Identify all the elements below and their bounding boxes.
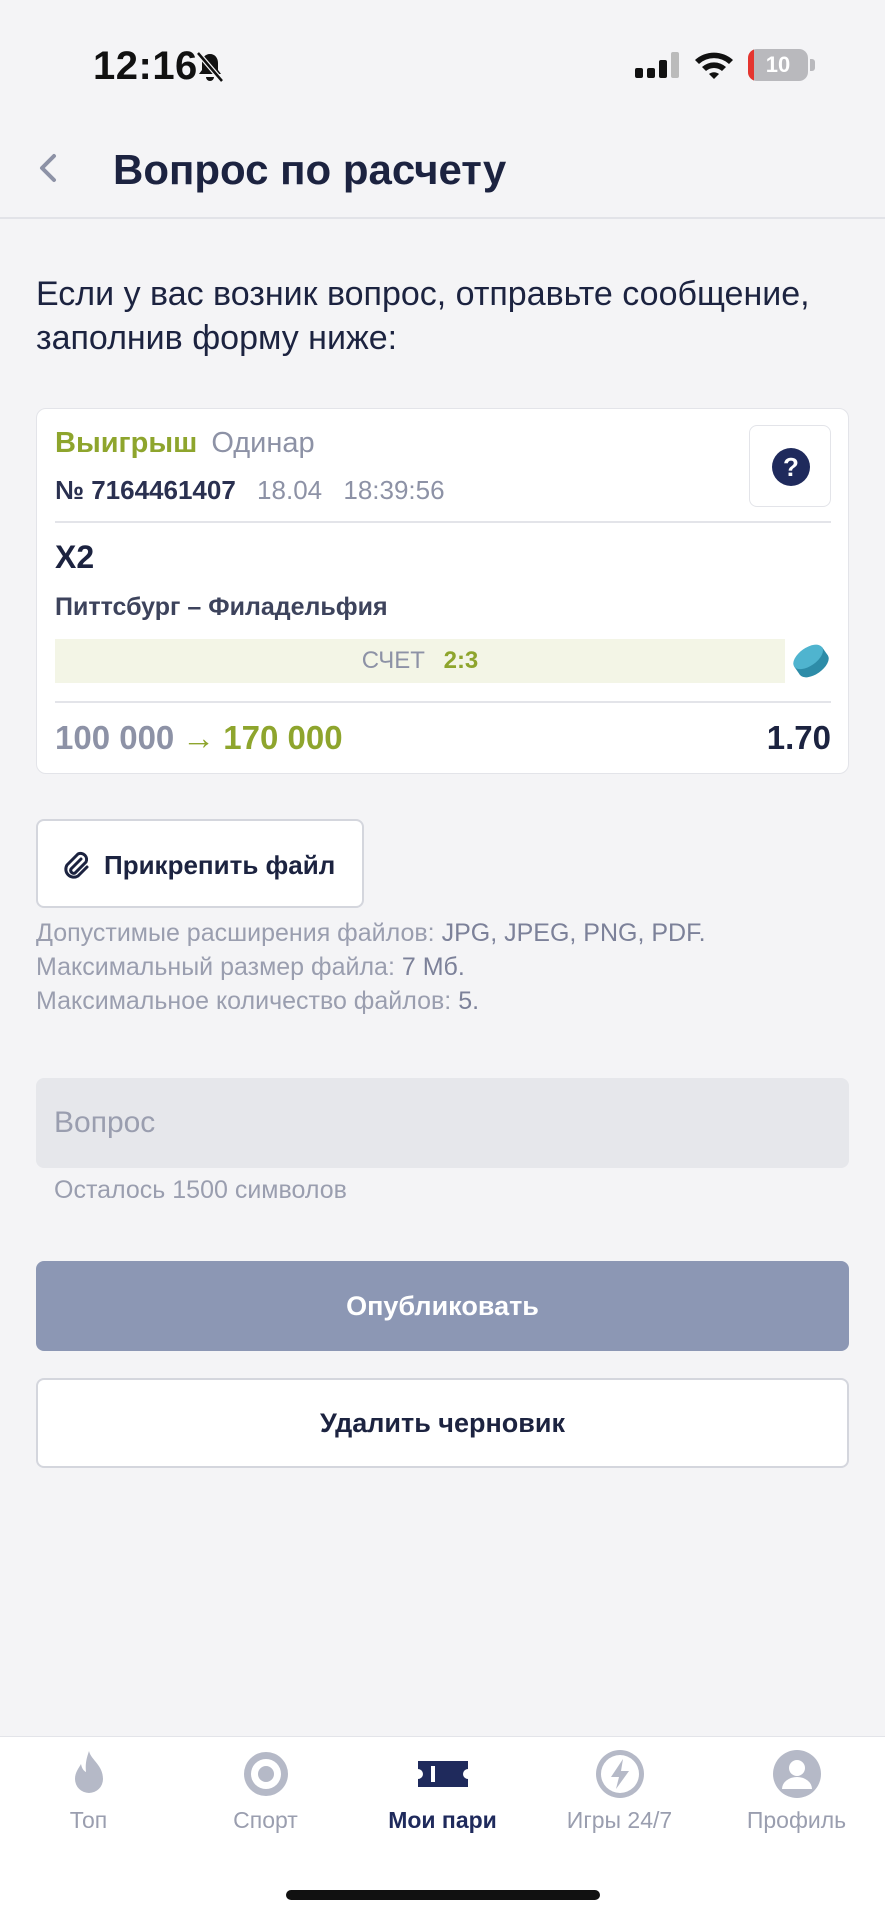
status-bar: 12:16 10	[0, 0, 885, 130]
wifi-icon	[695, 52, 733, 79]
tab-label: Топ	[69, 1807, 108, 1833]
bet-event: Питтсбург – Филадельфия	[55, 593, 388, 621]
bet-outcome: X2	[55, 539, 95, 575]
delete-draft-button[interactable]: Удалить черновик	[36, 1378, 849, 1468]
arrow-right-icon: →	[182, 719, 216, 756]
chars-left-counter: Осталось 1500 символов	[54, 1176, 347, 1204]
battery-level: 10	[765, 52, 791, 77]
paperclip-icon	[64, 851, 89, 879]
help-button[interactable]: ?	[749, 425, 831, 507]
divider	[55, 521, 831, 523]
allowed-extensions: Допустимые расширения файлов: JPG, JPEG,…	[36, 919, 706, 947]
attach-file-label: Прикрепить файл	[104, 850, 336, 880]
page-title: Вопрос по расчету	[113, 146, 507, 193]
question-input[interactable]	[36, 1078, 849, 1168]
score-value: 2:3	[443, 647, 479, 674]
bet-date: 18.04	[257, 475, 323, 505]
tab-profile[interactable]: Профиль	[708, 1737, 885, 1857]
question-icon: ?	[772, 448, 810, 486]
flame-icon	[75, 1751, 103, 1793]
bet-status: Выигрыш	[55, 427, 198, 459]
page-header: Вопрос по расчету	[0, 130, 885, 219]
bet-time: 18:39:56	[343, 475, 445, 505]
bet-card: Выигрыш Одинар ? № 7164461407 18.04 18:3…	[36, 408, 849, 774]
file-info: Допустимые расширения файлов: JPG, JPEG,…	[36, 916, 706, 1018]
tab-top[interactable]: Топ	[0, 1737, 177, 1857]
profile-icon	[773, 1750, 821, 1798]
back-chevron-icon[interactable]	[34, 150, 64, 186]
ticket-icon	[418, 1761, 468, 1787]
score-label: СЧЕТ	[361, 647, 425, 674]
tab-games[interactable]: Игры 24/7	[531, 1737, 708, 1857]
stake-amount: 100 000	[55, 719, 175, 756]
score-bar: СЧЕТ 2:3	[55, 639, 785, 683]
signal-icon	[635, 52, 679, 78]
bet-amounts: 100 000 → 170 000	[55, 719, 343, 757]
max-file-size: Максимальный размер файла: 7 Мб.	[36, 953, 465, 981]
bell-muted-icon	[196, 51, 224, 83]
tab-label: Мои пари	[388, 1807, 497, 1833]
tab-my-bets[interactable]: Мои пари	[354, 1737, 531, 1857]
bet-meta: № 7164461407 18.04 18:39:56	[55, 475, 445, 506]
bet-status-row: Выигрыш Одинар	[55, 427, 315, 460]
tab-sport[interactable]: Спорт	[177, 1737, 354, 1857]
intro-text: Если у вас возник вопрос, отправьте сооб…	[36, 275, 810, 357]
bet-number: № 7164461407	[55, 475, 236, 505]
bet-type: Одинар	[211, 427, 315, 459]
status-time: 12:16	[93, 44, 198, 88]
sport-icon	[244, 1752, 288, 1796]
tab-label: Игры 24/7	[566, 1807, 673, 1833]
home-indicator	[286, 1890, 600, 1900]
publish-button[interactable]: Опубликовать	[36, 1261, 849, 1351]
tab-label: Спорт	[233, 1807, 298, 1833]
max-file-count: Максимальное количество файлов: 5.	[36, 987, 480, 1015]
attach-file-button[interactable]: Прикрепить файл	[36, 819, 364, 908]
bet-odds: 1.70	[766, 719, 831, 756]
tab-label: Профиль	[746, 1807, 847, 1833]
divider	[55, 701, 831, 703]
hockey-puck-icon	[793, 644, 829, 678]
lightning-icon	[596, 1750, 644, 1798]
battery-indicator: 10	[748, 49, 808, 81]
payout-amount: 170 000	[223, 719, 343, 756]
